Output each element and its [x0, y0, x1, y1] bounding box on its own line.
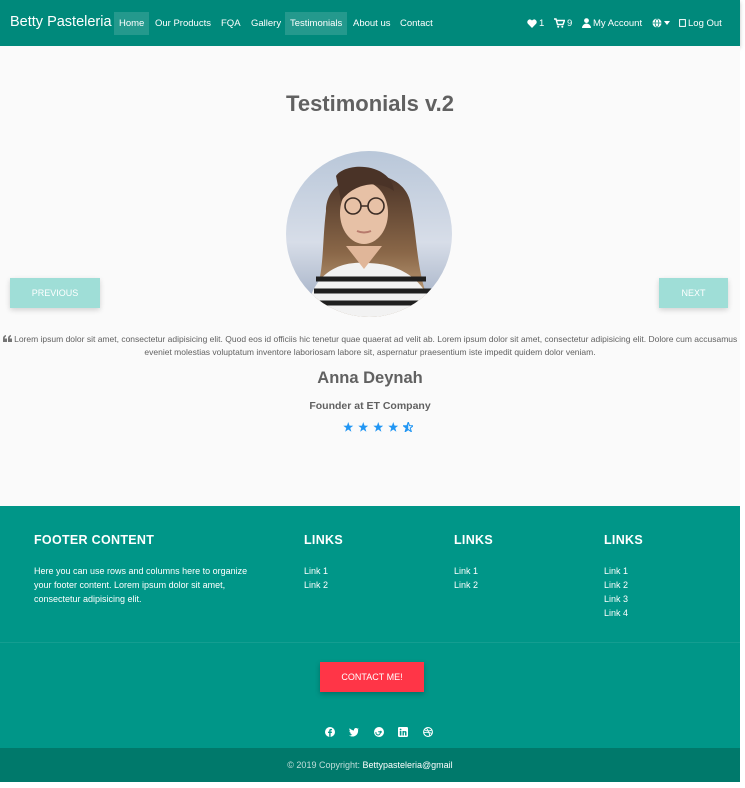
footer-link[interactable]: Link 2	[454, 578, 478, 592]
star-icon	[343, 422, 354, 432]
nav-link-home[interactable]: Home	[114, 12, 150, 35]
my-account-label: My Account	[593, 18, 643, 29]
caret-down-icon	[664, 21, 670, 25]
navbar: Betty Pasteleria Home Our Products FQA G…	[0, 0, 740, 46]
testimonial-role: Founder at ET Company	[309, 400, 431, 412]
contact-me-button[interactable]: CONTACT ME!	[320, 662, 424, 692]
cart-icon	[554, 18, 566, 28]
footer-links-heading: LINKS	[604, 533, 643, 547]
testimonial-name: Anna Deynah	[317, 369, 423, 387]
footer-links-heading: LINKS	[454, 533, 493, 547]
footer-link[interactable]: Link 1	[454, 564, 478, 578]
quote-left-icon	[2, 335, 12, 342]
copyright-link[interactable]: Bettypasteleria@gmail	[363, 760, 453, 770]
footer: FOOTER CONTENT Here you can use rows and…	[0, 506, 740, 748]
brand-logo[interactable]: Betty Pasteleria	[10, 14, 112, 30]
footer-content-text: Here you can use rows and columns here t…	[34, 566, 248, 604]
previous-button[interactable]: PREVIOUS	[10, 278, 100, 308]
google-plus-icon[interactable]	[373, 724, 384, 737]
footer-content-heading: FOOTER CONTENT	[34, 533, 155, 547]
testimonial-quote: Lorem ipsum dolor sit amet, consectetur …	[0, 333, 740, 359]
social-icons	[325, 724, 443, 737]
copyright-bar: © 2019 Copyright: Bettypasteleria@gmail	[0, 748, 740, 782]
linkedin-icon[interactable]	[398, 724, 409, 737]
star-icon	[388, 422, 399, 432]
my-account-link[interactable]: My Account	[582, 12, 642, 35]
footer-links-heading: LINKS	[304, 533, 343, 547]
footer-link[interactable]: Link 3	[604, 592, 628, 606]
globe-icon	[652, 18, 662, 28]
footer-links-list: Link 1 Link 2	[304, 564, 328, 592]
star-half-icon	[402, 422, 414, 432]
footer-link[interactable]: Link 1	[304, 564, 328, 578]
nav-link-contact[interactable]: Contact	[395, 12, 438, 35]
footer-link[interactable]: Link 4	[604, 606, 628, 620]
next-button[interactable]: NEXT	[659, 278, 728, 308]
footer-links-list: Link 1 Link 2	[454, 564, 478, 592]
footer-link[interactable]: Link 1	[604, 564, 628, 578]
footer-link[interactable]: Link 2	[604, 578, 628, 592]
nav-link-fqa[interactable]: FQA	[216, 12, 246, 35]
testimonial-section: Testimonials v.2 PREVIOUS NEXT Lorem ips…	[0, 46, 740, 506]
favorites-count: 1	[539, 18, 545, 29]
star-icon	[373, 422, 384, 432]
quote-text: Lorem ipsum dolor sit amet, consectetur …	[14, 334, 738, 357]
facebook-icon[interactable]	[325, 724, 335, 737]
section-title: Testimonials v.2	[286, 91, 454, 116]
footer-link[interactable]: Link 2	[304, 578, 328, 592]
nav-link-about-us[interactable]: About us	[348, 12, 396, 35]
cart-count: 9	[567, 18, 573, 29]
nav-link-gallery[interactable]: Gallery	[246, 12, 286, 35]
footer-links-list: Link 1 Link 2 Link 3 Link 4	[604, 564, 628, 620]
cart-link[interactable]: 9	[554, 12, 572, 35]
nav-link-testimonials[interactable]: Testimonials	[285, 12, 348, 35]
dribbble-icon[interactable]	[422, 724, 433, 737]
favorites-link[interactable]: 1	[527, 12, 544, 35]
logout-label: Log Out	[688, 18, 722, 29]
rating-stars	[343, 422, 414, 434]
logout-link[interactable]: Log Out	[679, 12, 722, 35]
twitter-icon[interactable]	[349, 724, 360, 737]
testimonial-avatar	[286, 151, 452, 317]
nav-link-our-products[interactable]: Our Products	[150, 12, 216, 35]
user-icon	[582, 18, 591, 28]
copyright-text: © 2019 Copyright:	[287, 760, 360, 770]
star-icon	[358, 422, 369, 432]
logout-icon	[679, 19, 686, 27]
language-dropdown[interactable]	[652, 12, 672, 35]
footer-divider	[0, 642, 740, 643]
heart-icon	[527, 19, 537, 28]
